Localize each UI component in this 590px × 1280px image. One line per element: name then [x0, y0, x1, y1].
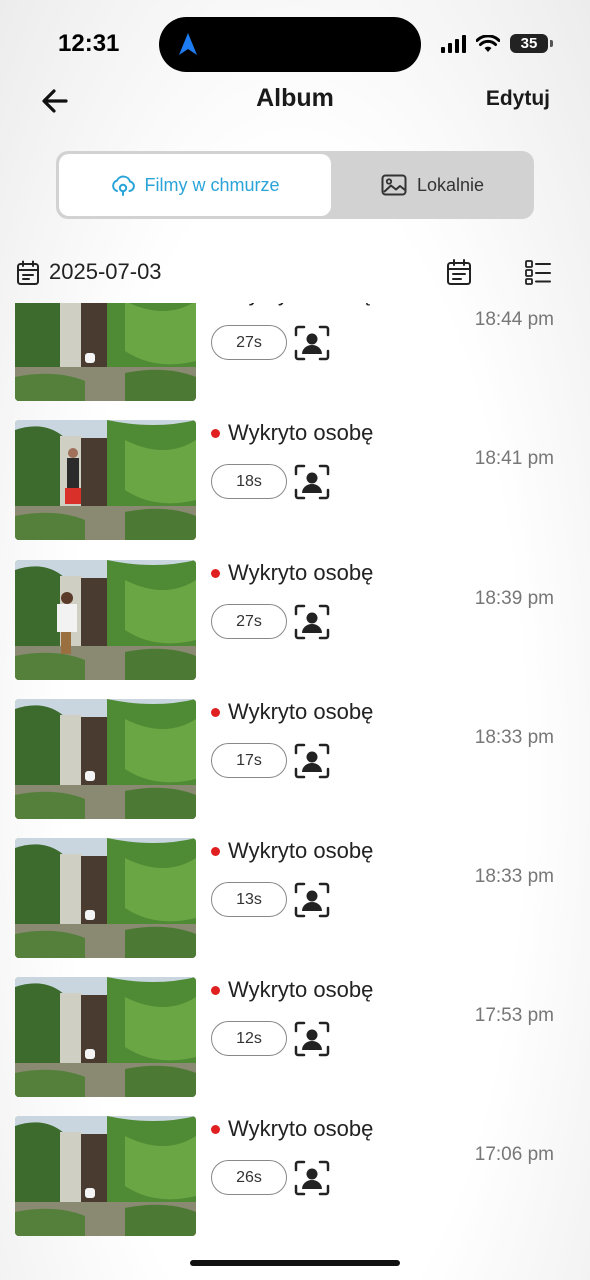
status-time: 12:31: [58, 30, 120, 57]
calendar-picker-icon[interactable]: [446, 258, 472, 286]
duration-badge: 13s: [211, 882, 287, 917]
event-label: Wykryto osobę: [211, 420, 373, 446]
cloud-icon: [112, 175, 136, 196]
recording-item[interactable]: Wykryto osobę 17s 18:33 pm: [0, 699, 590, 821]
tab-cloud-label: Filmy w chmurze: [144, 174, 280, 195]
event-label: Wykryto osobę: [211, 1116, 373, 1142]
recording-item[interactable]: Wykryto osobę 27s 18:39 pm: [0, 560, 590, 682]
event-text: Wykryto osobę: [228, 699, 374, 724]
recording-time: 18:33 pm: [474, 727, 554, 748]
recording-time: 18:44 pm: [474, 309, 554, 330]
video-thumbnail[interactable]: [15, 560, 196, 680]
battery-indicator: 35: [510, 34, 553, 53]
recording-item[interactable]: Wykryto osobę 12s 17:53 pm: [0, 977, 590, 1099]
video-thumbnail[interactable]: [15, 1116, 196, 1236]
event-dot-icon: [211, 428, 220, 438]
edit-button[interactable]: Edytuj: [486, 87, 550, 111]
video-thumbnail[interactable]: [15, 838, 196, 958]
person-detection-icon: [294, 464, 330, 500]
tab-local-label: Lokalnie: [416, 174, 485, 195]
date-row: 2025-07-03: [0, 256, 590, 290]
event-text: Wykryto osobę: [228, 420, 374, 445]
event-text: Wykryto osobę: [228, 838, 374, 863]
event-label: Wykryto osobę: [211, 838, 373, 864]
event-label: Wykryto osobę: [211, 977, 373, 1003]
event-dot-icon: [211, 1124, 220, 1134]
video-thumbnail[interactable]: [15, 303, 196, 401]
video-thumbnail[interactable]: [15, 699, 196, 819]
recording-time: 18:41 pm: [474, 448, 554, 469]
recording-time: 17:53 pm: [474, 1005, 554, 1026]
list-view-icon[interactable]: [524, 258, 552, 286]
nav-header: Album Edytuj: [0, 78, 590, 122]
person-detection-icon: [294, 325, 330, 361]
person-detection-icon: [294, 1021, 330, 1057]
location-arrow-icon: [179, 33, 197, 55]
home-indicator[interactable]: [190, 1260, 400, 1266]
event-dot-icon: [211, 846, 220, 856]
duration-badge: 12s: [211, 1021, 287, 1056]
event-label: Wykryto osobę: [211, 560, 373, 586]
person-detection-icon: [294, 1160, 330, 1196]
recording-item[interactable]: Wykryto osobę 18s 18:41 pm: [0, 420, 590, 542]
status-indicators: 35: [440, 34, 553, 53]
duration-badge: 26s: [211, 1160, 287, 1195]
recording-item[interactable]: Wykryto osobę 13s 18:33 pm: [0, 838, 590, 960]
event-label: Wykryto osobę: [211, 699, 373, 725]
duration-badge: 27s: [211, 604, 287, 639]
event-dot-icon: [211, 568, 220, 578]
wifi-icon: [476, 34, 500, 52]
person-detection-icon: [294, 743, 330, 779]
event-text: Wykryto osobę: [228, 303, 373, 307]
image-icon: [381, 174, 407, 196]
cellular-signal-icon: [441, 34, 466, 53]
event-dot-icon: [211, 707, 220, 717]
source-tabs: Filmy w chmurze Lokalnie: [56, 151, 534, 219]
duration-badge: 27s: [211, 325, 287, 360]
current-date: 2025-07-03: [49, 259, 162, 284]
recording-time: 17:06 pm: [474, 1144, 554, 1165]
event-text: Wykryto osobę: [228, 1116, 374, 1141]
person-detection-icon: [294, 882, 330, 918]
tab-local[interactable]: Lokalnie: [334, 154, 531, 216]
video-thumbnail[interactable]: [15, 420, 196, 540]
dynamic-island: [159, 17, 421, 72]
recordings-list: Wykryto osobę 27s 18:44 pm Wykryto osobę 18s…: [0, 303, 590, 1280]
recording-time: 18:33 pm: [474, 866, 554, 887]
event-dot-icon: [211, 985, 220, 995]
calendar-icon: [17, 260, 39, 285]
status-bar: 12:31 35: [0, 0, 590, 80]
recording-item[interactable]: Wykryto osobę 26s 17:06 pm: [0, 1116, 590, 1238]
person-detection-icon: [294, 604, 330, 640]
video-thumbnail[interactable]: [15, 977, 196, 1097]
event-label: Wykryto osobę: [211, 303, 373, 307]
recording-item[interactable]: Wykryto osobę 27s 18:44 pm: [0, 303, 590, 403]
event-text: Wykryto osobę: [228, 977, 374, 1002]
duration-badge: 17s: [211, 743, 287, 778]
duration-badge: 18s: [211, 464, 287, 499]
album-screen: 12:31 35 Album Edytuj Filmy w chmurze Lo…: [0, 0, 590, 1280]
recording-time: 18:39 pm: [474, 588, 554, 609]
tab-cloud-videos[interactable]: Filmy w chmurze: [59, 154, 331, 216]
event-text: Wykryto osobę: [228, 560, 374, 585]
